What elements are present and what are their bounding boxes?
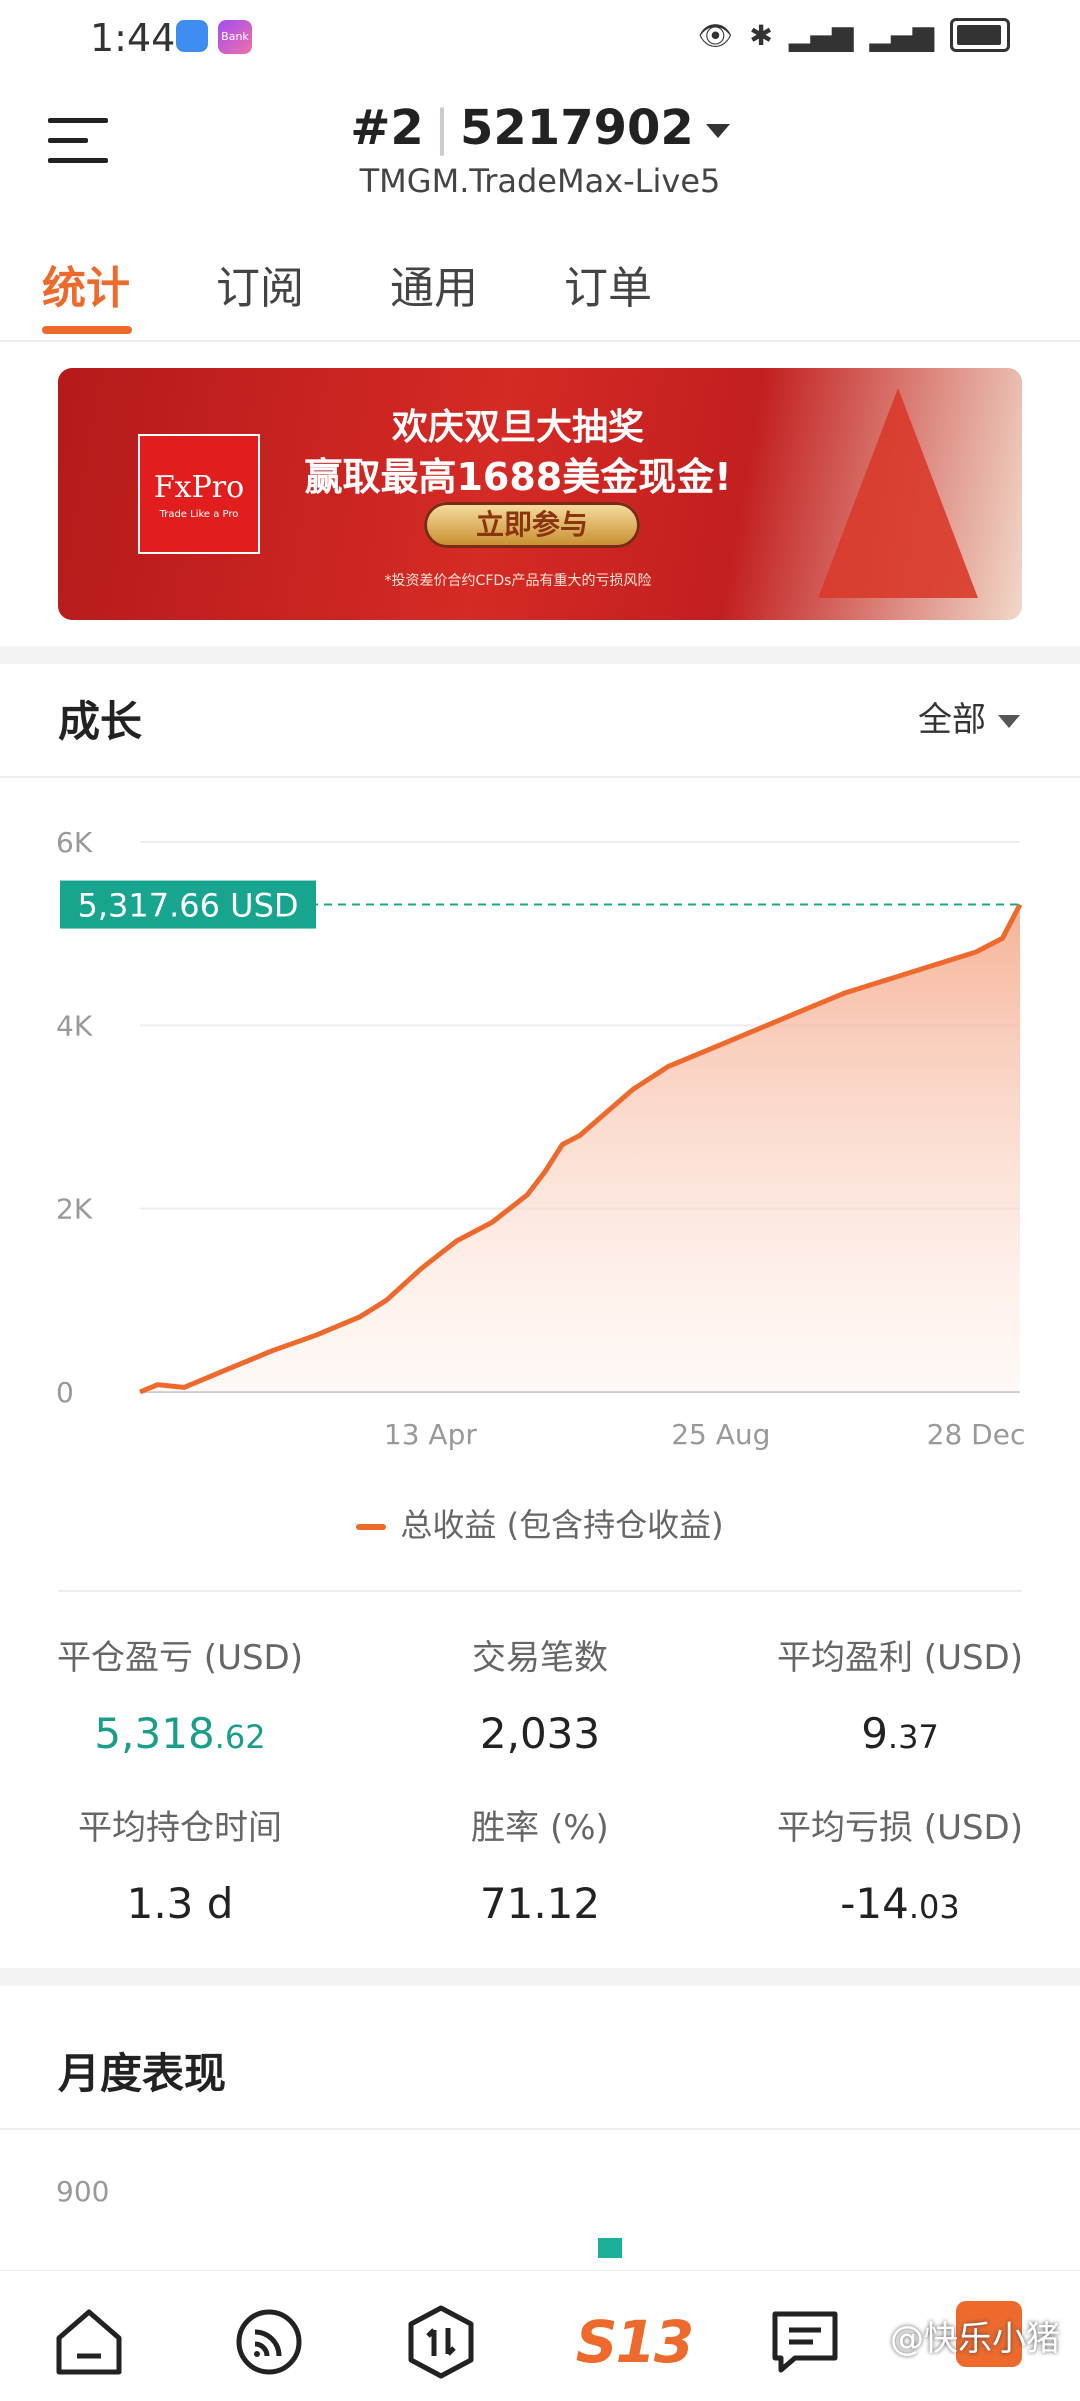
growth-title: 成长 (58, 697, 143, 746)
bank-app-icon: Bank (218, 20, 252, 54)
app-header: #2 | 5217902 TMGM.TradeMax-Live5 (0, 90, 1080, 210)
tab-general[interactable]: 通用 (390, 252, 478, 316)
tab-bar: 统计 订阅 通用 订单 (0, 240, 1080, 342)
x-tick-label: 25 Aug (671, 1418, 770, 1451)
stat-avg-profit: 平均盈利 (USD) 9.37 (777, 1638, 1023, 1758)
brand-logo: S13 (575, 2308, 694, 2376)
section-separator (0, 1968, 1080, 1986)
signal-5g-icon: ▂▄▆ (788, 18, 854, 52)
stat-trade-count: 交易笔数 2,033 (472, 1638, 608, 1758)
christmas-tree-graphic (818, 388, 978, 598)
y-tick-label: 6K (56, 826, 93, 859)
message-icon (772, 2311, 838, 2373)
chart-legend: 总收益 (包含持仓收益) (0, 1500, 1080, 1546)
x-tick-label: 13 Apr (384, 1418, 477, 1451)
y-tick-label: 2K (56, 1193, 93, 1226)
eye-icon: 👁 (697, 18, 734, 52)
legend-label: 总收益 (包含持仓收益) (400, 1506, 724, 1544)
x-tick-label: 28 Dec (927, 1418, 1026, 1451)
stat-avg-loss: 平均亏损 (USD) -14.03 (777, 1808, 1023, 1928)
promo-banner[interactable]: FxPro Trade Like a Pro 欢庆双旦大抽奖 赢取最高1688美… (58, 368, 1022, 620)
y-tick-label: 4K (56, 1009, 93, 1042)
banner-risk-note: *投资差价合约CFDs产品有重大的亏损风险 (384, 573, 652, 589)
chevron-down-icon (998, 715, 1020, 728)
nav-messages[interactable] (760, 2297, 850, 2387)
chevron-down-icon (705, 124, 730, 138)
bluetooth-icon: ✱ (749, 18, 773, 52)
status-time: 1:44 (90, 16, 176, 60)
nav-brand[interactable]: S13 (574, 2297, 694, 2387)
fxpro-logo: FxPro Trade Like a Pro (138, 434, 260, 554)
legend-swatch (356, 1524, 387, 1530)
stat-closed-pnl: 平仓盈亏 (USD) 5,318.62 (57, 1638, 303, 1758)
y-tick-label: 0 (56, 1376, 74, 1409)
signal-4g-icon: ▂▄▆ (869, 18, 934, 52)
divider (0, 2128, 1080, 2130)
tab-statistics[interactable]: 统计 (42, 252, 130, 316)
banner-subheadline: 赢取最高1688美金现金! (304, 455, 732, 499)
section-separator (0, 646, 1080, 664)
monthly-title: 月度表现 (58, 2049, 227, 2098)
account-switcher[interactable]: #2 | 5217902 TMGM.TradeMax-Live5 (0, 100, 1080, 200)
monthly-axis-label: 900 (56, 2175, 110, 2208)
account-number: 5217902 (460, 100, 694, 156)
battery-icon (950, 18, 1010, 52)
nav-feed[interactable] (224, 2297, 314, 2387)
stat-avg-hold-time: 平均持仓时间 1.3 d (78, 1808, 282, 1928)
monthly-bar (598, 2238, 622, 2258)
home-icon (56, 2309, 122, 2375)
account-index: #2 (350, 100, 424, 156)
current-value-label: 5,317.66 USD (77, 887, 298, 925)
nav-home[interactable] (44, 2297, 134, 2387)
tab-orders[interactable]: 订单 (564, 252, 652, 316)
status-icons: 👁 ✱ ▂▄▆ ▂▄▆ (698, 18, 1010, 52)
trade-icon (408, 2305, 474, 2379)
range-selector[interactable]: 全部 (918, 692, 1020, 741)
divider (58, 1590, 1022, 1592)
watermark: @快乐小猪 (890, 2319, 1060, 2359)
bottom-nav: S13 @快乐小猪 (0, 2270, 1080, 2401)
nav-trade[interactable] (396, 2297, 486, 2387)
banner-cta-button[interactable]: 立即参与 (424, 502, 640, 548)
growth-chart[interactable]: 6K 4K 2K 0 13 Apr 25 Aug 28 Dec 5,317.66 USD (0, 810, 1080, 1460)
active-tab-indicator (42, 326, 132, 334)
stat-win-rate: 胜率 (%) 71.12 (471, 1808, 609, 1928)
banner-headline: 欢庆双旦大抽奖 (391, 407, 644, 448)
divider (0, 776, 1080, 778)
feed-icon (236, 2309, 302, 2375)
status-bar: 1:44 Bank 👁 ✱ ▂▄▆ ▂▄▆ (0, 0, 1080, 80)
account-server: TMGM.TradeMax-Live5 (359, 162, 721, 200)
tab-subscriptions[interactable]: 订阅 (216, 252, 304, 316)
cloud-app-icon (176, 20, 208, 52)
